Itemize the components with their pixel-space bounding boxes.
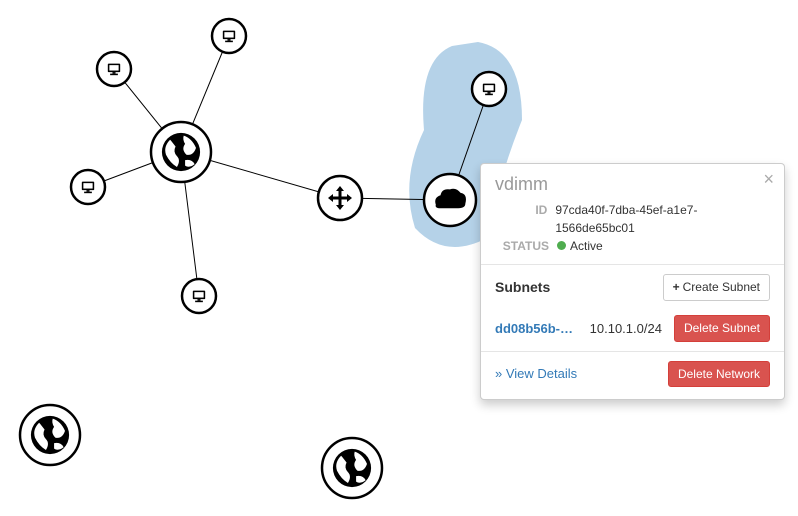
network-details-panel: × vdimm ID 97cda40f-7dba-45ef-a1e7-1566d… xyxy=(480,163,785,400)
node-move_handle[interactable] xyxy=(318,176,362,220)
node-cloud[interactable] xyxy=(424,174,476,226)
subnet-cidr: 10.10.1.0/24 xyxy=(590,321,662,336)
node-globe_iso_left[interactable] xyxy=(20,405,80,465)
subnet-row: dd08b56b-53… 10.10.1.0/24 Delete Subnet xyxy=(495,315,770,342)
divider xyxy=(481,351,784,352)
delete-subnet-button[interactable]: Delete Subnet xyxy=(674,315,770,342)
node-host_small_bottom[interactable] xyxy=(182,279,216,313)
delete-network-button[interactable]: Delete Network xyxy=(668,361,770,388)
panel-title: vdimm xyxy=(495,174,770,195)
status-value: Active xyxy=(557,237,603,255)
globe-icon xyxy=(162,133,200,171)
node-host_small_top_r[interactable] xyxy=(212,19,246,53)
meta-status-row: STATUS Active xyxy=(495,237,770,255)
meta-id-row: ID 97cda40f-7dba-45ef-a1e7-1566de65bc01 xyxy=(495,201,770,237)
node-host_cloud_top[interactable] xyxy=(472,72,506,106)
id-label: ID xyxy=(495,201,547,237)
node-hub_globe[interactable] xyxy=(151,122,211,182)
close-icon[interactable]: × xyxy=(763,170,774,188)
globe-icon xyxy=(333,449,371,487)
status-label: STATUS xyxy=(495,237,549,255)
node-host_small_top_l[interactable] xyxy=(97,52,131,86)
view-details-link[interactable]: » View Details xyxy=(495,366,577,381)
plus-icon: + xyxy=(673,280,680,294)
globe-icon xyxy=(31,416,69,454)
node-globe_iso_right[interactable] xyxy=(322,438,382,498)
subnets-heading: Subnets xyxy=(495,279,550,295)
node-host_small_left[interactable] xyxy=(71,170,105,204)
status-dot-icon xyxy=(557,241,566,250)
create-subnet-button[interactable]: +Create Subnet xyxy=(663,274,770,301)
divider xyxy=(481,264,784,265)
id-value: 97cda40f-7dba-45ef-a1e7-1566de65bc01 xyxy=(555,201,770,237)
subnet-link[interactable]: dd08b56b-53… xyxy=(495,321,578,336)
